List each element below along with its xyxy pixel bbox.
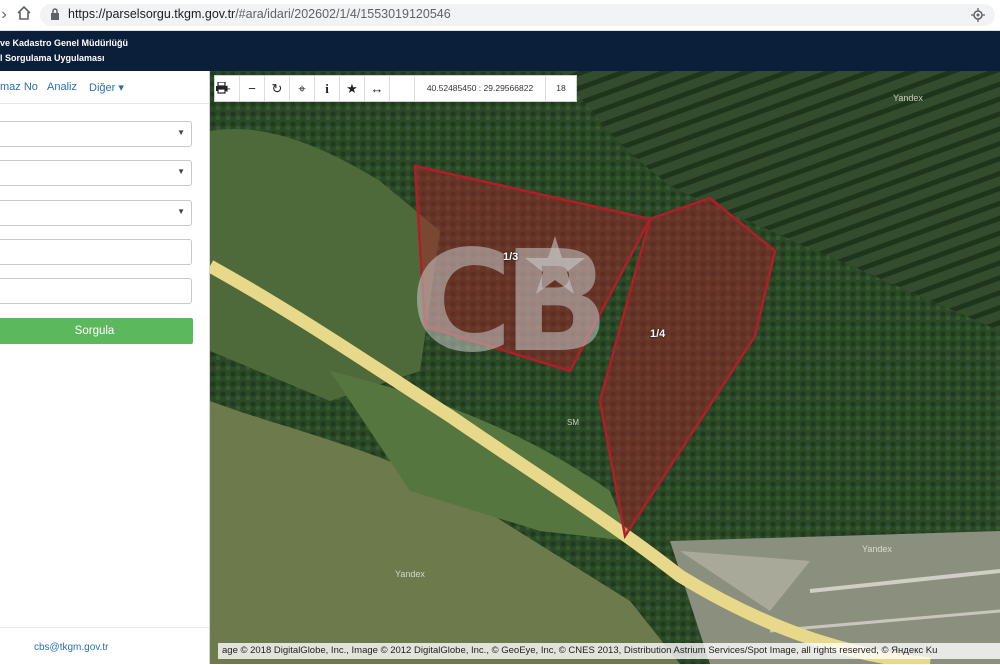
app-header: ve Kadastro Genel Müdürlüğü l Sorgulama …	[0, 31, 1000, 71]
parsel-input[interactable]	[0, 278, 192, 304]
ada-input[interactable]	[0, 239, 192, 265]
ilce-select[interactable]: ▼	[0, 160, 192, 186]
locate-icon[interactable]: ⌖	[290, 76, 315, 101]
caret-down-icon: ▼	[177, 167, 185, 176]
sorgula-button[interactable]: Sorgula	[0, 318, 193, 344]
nav-analiz[interactable]: Analiz	[47, 81, 77, 93]
home-icon[interactable]	[14, 5, 34, 25]
zoom-out-icon[interactable]: −	[240, 76, 265, 101]
header-subtitle: l Sorgulama Uygulaması	[0, 53, 105, 63]
browser-bar: › https://parselsorgu.tkgm.gov.tr/#ara/i…	[0, 0, 1000, 31]
refresh-icon[interactable]: ↻	[265, 76, 290, 101]
nav-ada-parsel[interactable]: maz No	[0, 81, 38, 93]
zoom-level: 18	[556, 83, 566, 93]
coordinate-readout: 40.52485450 : 29.29566822	[415, 76, 546, 101]
road-label: SM	[567, 418, 579, 427]
map-attribution: age © 2018 DigitalGlobe, Inc., Image © 2…	[218, 643, 1000, 659]
location-icon[interactable]	[971, 8, 985, 27]
satellite-imagery	[210, 71, 1000, 664]
header-title: ve Kadastro Genel Müdürlüğü	[0, 38, 129, 48]
yandex-label: Yandex	[893, 93, 923, 103]
nav-diger[interactable]: Diğer ▾	[89, 81, 124, 94]
print-icon[interactable]	[216, 76, 415, 101]
star-icon[interactable]: ★	[340, 76, 365, 101]
map-view[interactable]: CB + − ↻ ⌖ i ★ ↔ 40.52485450 : 29.295668…	[210, 71, 1000, 664]
il-select[interactable]: ▼	[0, 121, 192, 147]
address-bar[interactable]: https://parselsorgu.tkgm.gov.tr/#ara/ida…	[40, 4, 995, 26]
caret-down-icon: ▼	[177, 207, 185, 216]
watermark-logo: CB	[410, 221, 609, 384]
footer-email-link[interactable]: cbs@tkgm.gov.tr	[34, 642, 108, 653]
measure-icon[interactable]: ↔	[365, 76, 390, 101]
sidebar-footer: cbs@tkgm.gov.tr	[0, 627, 209, 665]
yandex-label: Yandex	[862, 544, 892, 554]
lock-icon	[50, 8, 60, 26]
map-toolbar: + − ↻ ⌖ i ★ ↔ 40.52485450 : 29.29566822 …	[214, 75, 577, 102]
mahalle-select[interactable]: ▼	[0, 200, 192, 226]
sidebar-nav: maz No Analiz Diğer ▾	[0, 71, 209, 104]
yandex-label: Yandex	[395, 569, 425, 579]
sidebar: maz No Analiz Diğer ▾ ▼ ▼ ▼ Sorgula cbs@…	[0, 71, 210, 664]
parcel-label-1-4[interactable]: 1/4	[650, 328, 665, 340]
info-icon[interactable]: i	[315, 76, 340, 101]
forward-icon[interactable]: ›	[0, 5, 14, 25]
parcel-label-1-3[interactable]: 1/3	[503, 251, 518, 263]
caret-down-icon: ▼	[177, 128, 185, 137]
url-text: https://parselsorgu.tkgm.gov.tr/#ara/ida…	[68, 7, 451, 21]
